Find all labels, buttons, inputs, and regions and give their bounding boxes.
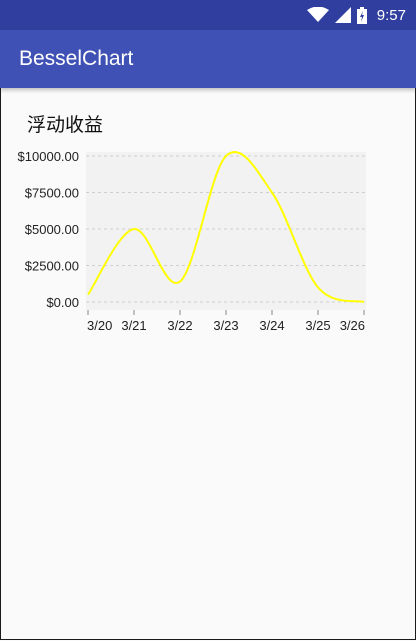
y-tick-label: $0.00 (46, 295, 79, 310)
status-bar: 9:57 (0, 0, 416, 30)
app-title: BesselChart (19, 47, 134, 70)
x-axis-labels: 3/20 3/21 3/22 3/23 3/24 3/25 3/26 (87, 310, 365, 333)
page-heading: 浮动收益 (27, 114, 104, 136)
cellular-signal-icon (334, 7, 351, 23)
status-icons: 9:57 (306, 0, 406, 30)
wifi-icon (306, 7, 329, 22)
x-tick-label: 3/23 (213, 318, 238, 333)
x-tick-label: 3/24 (259, 318, 284, 333)
x-tick-label: 3/22 (167, 318, 192, 333)
battery-icon (356, 6, 367, 24)
status-time: 9:57 (376, 6, 406, 24)
x-tick-label: 3/26 (340, 318, 365, 333)
y-tick-label: $10000.00 (18, 149, 79, 164)
y-axis-labels: $0.00 $2500.00 $5000.00 $7500.00 $10000.00 (18, 149, 79, 310)
line-chart: $0.00 $2500.00 $5000.00 $7500.00 $10000.00 3… (18, 149, 366, 333)
y-tick-label: $2500.00 (25, 259, 79, 274)
x-tick-label: 3/20 (87, 318, 112, 333)
y-tick-label: $7500.00 (25, 186, 79, 201)
app-bar: BesselChart (0, 30, 416, 88)
y-tick-label: $5000.00 (25, 222, 79, 237)
x-tick-label: 3/21 (121, 318, 146, 333)
x-tick-label: 3/25 (305, 318, 330, 333)
